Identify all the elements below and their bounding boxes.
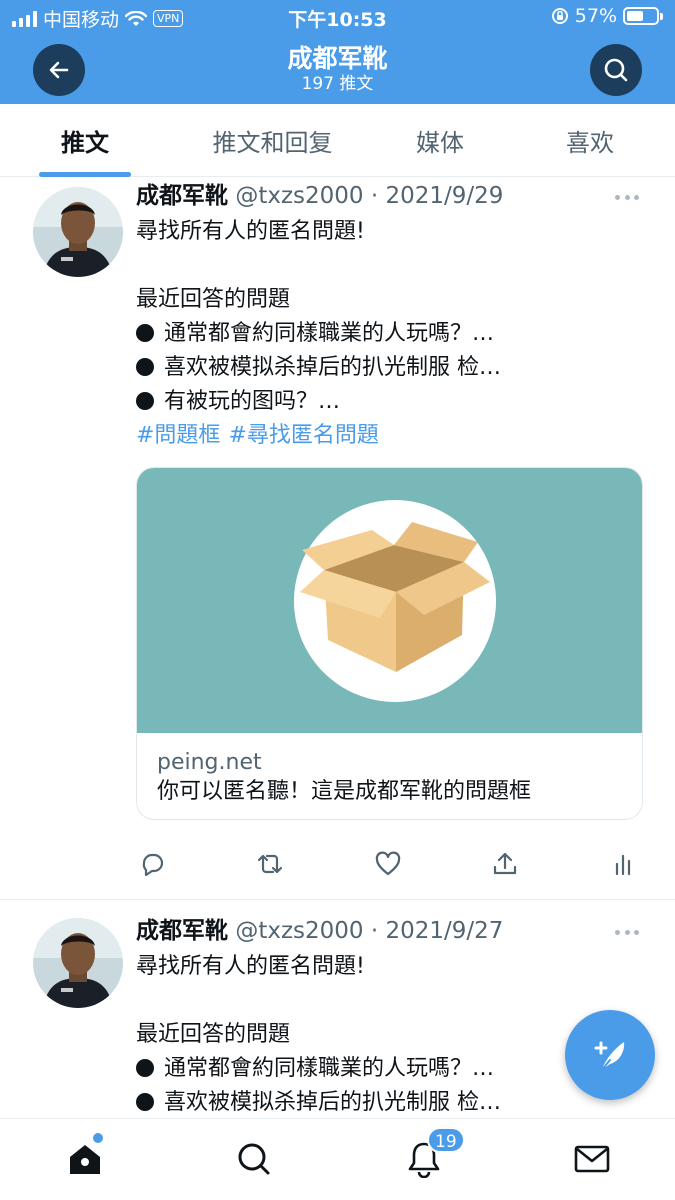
share-icon (494, 852, 517, 875)
bullet-icon (136, 1093, 154, 1111)
bullet-icon (136, 392, 154, 410)
tweet[interactable]: 成都军靴 @txzs2000 · 2021/9/27 尋找所有人的匿名問題! 最… (0, 910, 675, 1120)
retweet-button[interactable] (254, 848, 286, 880)
search-icon (238, 1143, 270, 1175)
top-bar: 中国移动 VPN 下午10:53 57% 成都军靴 197 推文 (0, 0, 675, 104)
link-card[interactable]: peing.net 你可以匿名聽！這是成都军靴的問題框 (136, 467, 643, 820)
avatar[interactable] (33, 918, 123, 1008)
analytics-button[interactable] (607, 848, 639, 880)
profile-title: 成都军靴 (287, 44, 388, 73)
tweet-actions (136, 848, 639, 880)
search-button[interactable] (590, 44, 642, 96)
home-unread-dot (93, 1133, 103, 1143)
battery-icon (623, 7, 663, 25)
card-title: 你可以匿名聽！這是成都军靴的問題框 (157, 779, 532, 804)
compose-tweet-button[interactable] (565, 1010, 655, 1100)
card-domain: peing.net (157, 750, 262, 775)
bullet-icon (136, 358, 154, 376)
author-name[interactable]: 成都军靴 (136, 183, 228, 209)
tweet-text: 尋找所有人的匿名問題! 最近回答的問題 通常都會約同樣職業的人玩嗎？… 喜欢被模… (136, 954, 501, 1115)
cardboard-box-icon (300, 522, 490, 672)
retweet-icon (257, 854, 282, 874)
tab-tweets[interactable]: 推文 (0, 104, 170, 177)
compose-feather-icon (594, 1041, 625, 1073)
author-name[interactable]: 成都军靴 (136, 918, 228, 944)
nav-messages[interactable] (572, 1139, 612, 1179)
tweet-divider (0, 899, 675, 900)
bullet-icon (136, 1059, 154, 1077)
hashtag-link[interactable]: #問題框 (136, 423, 220, 448)
share-button[interactable] (489, 848, 521, 880)
tweet-body: 成都军靴 @txzs2000 · 2021/9/29 尋找所有人的匿名問題! 最… (136, 181, 643, 820)
avatar[interactable] (33, 187, 123, 277)
like-button[interactable] (372, 848, 404, 880)
author-meta: @txzs2000 · 2021/9/27 (235, 918, 504, 944)
tweet-body: 成都军靴 @txzs2000 · 2021/9/27 尋找所有人的匿名問題! 最… (136, 916, 643, 1120)
nav-home[interactable] (65, 1139, 105, 1179)
tweet-count: 197 推文 (301, 74, 374, 94)
tab-media[interactable]: 媒体 (375, 104, 505, 177)
profile-header: 成都军靴 197 推文 (0, 34, 675, 104)
orientation-lock-icon (551, 8, 568, 24)
hashtag-link[interactable]: #尋找匿名問題 (228, 423, 378, 448)
tweet-text: 尋找所有人的匿名問題! 最近回答的問題 通常都會約同樣職業的人玩嗎？… 喜欢被模… (136, 219, 501, 448)
mail-icon (574, 1145, 610, 1173)
heart-icon (375, 851, 400, 876)
notifications-badge: 19 (427, 1127, 465, 1153)
status-bar: 中国移动 VPN 下午10:53 57% (0, 0, 675, 34)
tweet[interactable]: 成都军靴 @txzs2000 · 2021/9/29 尋找所有人的匿名問題! 最… (0, 177, 675, 899)
tab-tweets-and-replies[interactable]: 推文和回复 (170, 104, 375, 177)
analytics-icon (615, 854, 631, 876)
search-icon (604, 58, 628, 82)
nav-search[interactable] (234, 1139, 274, 1179)
author-meta: @txzs2000 · 2021/9/29 (235, 183, 504, 209)
profile-tabs: 推文 推文和回复 媒体 喜欢 (0, 104, 675, 177)
home-icon (70, 1145, 100, 1174)
tab-likes[interactable]: 喜欢 (505, 104, 675, 177)
bullet-icon (136, 324, 154, 342)
reply-icon (142, 853, 164, 877)
card-image (137, 468, 642, 733)
bottom-nav: 19 (0, 1118, 675, 1200)
reply-button[interactable] (136, 848, 168, 880)
battery-percent: 57% (574, 5, 617, 27)
